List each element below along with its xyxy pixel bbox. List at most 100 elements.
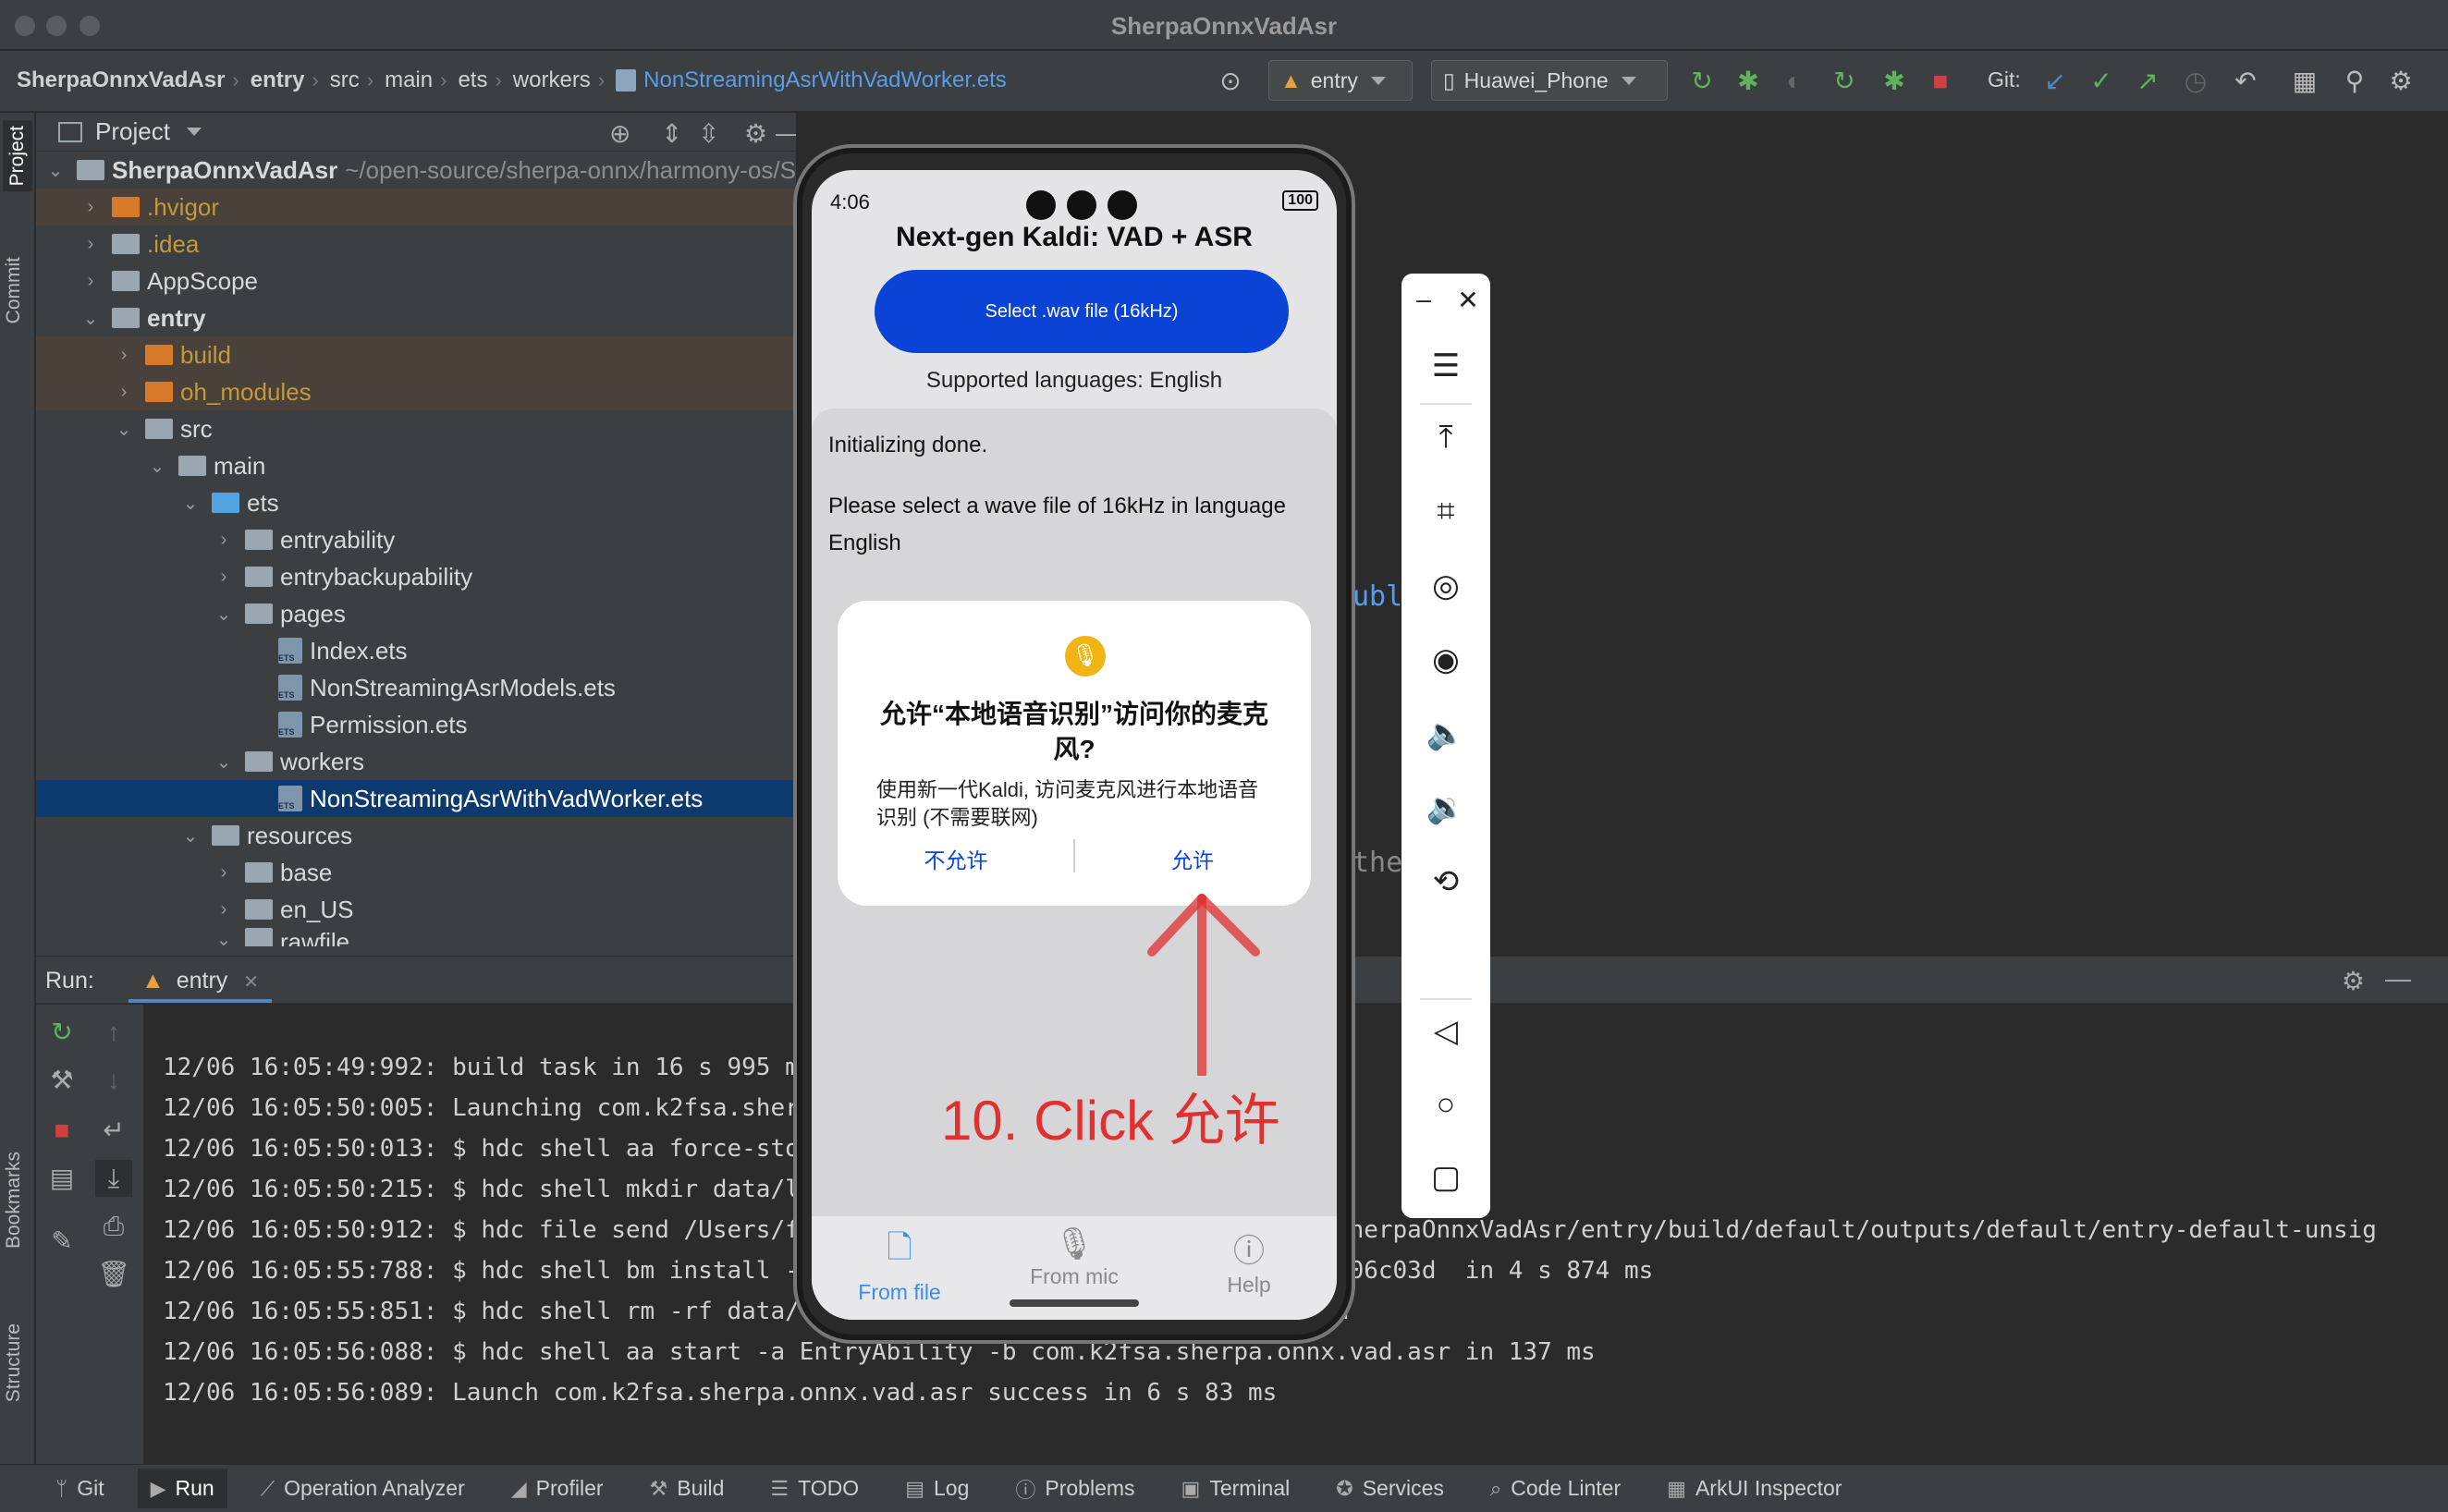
tool-todo[interactable]: ☰ TODO bbox=[770, 1476, 859, 1501]
tree-item[interactable]: ⌄ workers bbox=[36, 743, 796, 780]
tree-root[interactable]: ⌄ SherpaOnnxVadAsr ~/open-source/sherpa-… bbox=[36, 152, 796, 189]
breadcrumb-item[interactable]: main bbox=[385, 67, 433, 93]
tree-item[interactable]: › build bbox=[36, 336, 796, 373]
chevron-right-icon[interactable]: › bbox=[80, 271, 101, 292]
tool-run[interactable]: ▶ Run bbox=[137, 1469, 227, 1508]
chevron-down-icon[interactable]: ⌄ bbox=[214, 603, 234, 626]
breadcrumb-current-file[interactable]: NonStreamingAsrWithVadWorker.ets bbox=[643, 67, 1007, 93]
deny-button[interactable]: 不允许 bbox=[838, 843, 1074, 874]
chevron-right-icon[interactable]: › bbox=[80, 197, 101, 218]
tree-item-selected[interactable]: NonStreamingAsrWithVadWorker.ets bbox=[36, 780, 796, 817]
tool-log[interactable]: ▤ Log bbox=[905, 1476, 969, 1501]
history-icon[interactable]: ◷ bbox=[2182, 67, 2209, 95]
phone-screen[interactable]: 4:06 100 Next-gen Kaldi: VAD + ASR Selec… bbox=[812, 170, 1337, 1320]
tab-run-entry[interactable]: ▲ entry ✕ bbox=[129, 960, 273, 1003]
tree-item[interactable]: › AppScope bbox=[36, 262, 796, 299]
select-wav-button[interactable]: Select .wav file (16kHz) bbox=[875, 270, 1289, 353]
chevron-down-icon[interactable]: ⌄ bbox=[45, 159, 66, 182]
rerun-icon[interactable]: ↻ bbox=[43, 1014, 80, 1051]
apply-changes-icon[interactable]: ↻ bbox=[1830, 67, 1858, 95]
rerun-icon[interactable]: ↻ bbox=[1688, 67, 1716, 95]
record-icon[interactable]: ◉ bbox=[1401, 641, 1490, 678]
chevron-down-icon[interactable] bbox=[186, 128, 202, 136]
close-icon[interactable]: ✕ bbox=[1424, 285, 1512, 315]
chevron-right-icon[interactable]: › bbox=[214, 567, 234, 588]
tree-item[interactable]: ⌄ src bbox=[36, 410, 796, 447]
breadcrumb-item[interactable]: entry bbox=[251, 67, 305, 93]
tree-item[interactable]: › en_US bbox=[36, 891, 796, 928]
breadcrumb-item[interactable]: workers bbox=[513, 67, 591, 93]
soft-wrap-icon[interactable]: ↵ bbox=[95, 1112, 132, 1149]
gear-icon[interactable]: ⚙ bbox=[2387, 67, 2415, 95]
volume-up-icon[interactable]: 🔈 bbox=[1401, 715, 1490, 752]
breadcrumb-item[interactable]: src bbox=[330, 67, 360, 93]
tree-item[interactable]: › .idea bbox=[36, 226, 796, 262]
home-indicator[interactable] bbox=[1010, 1299, 1139, 1307]
tab-commit[interactable]: Commit bbox=[3, 257, 25, 323]
debug-icon[interactable]: ✱ bbox=[1734, 67, 1762, 95]
breadcrumb-item[interactable]: SherpaOnnxVadAsr bbox=[17, 67, 225, 93]
up-arrow-icon[interactable]: ↑ bbox=[95, 1014, 132, 1051]
chevron-down-icon[interactable]: ⌄ bbox=[214, 928, 234, 946]
chevron-right-icon[interactable]: › bbox=[214, 530, 234, 551]
trash-icon[interactable]: 🗑 bbox=[95, 1256, 132, 1293]
hide-panel-icon[interactable]: — bbox=[776, 118, 796, 148]
down-arrow-icon[interactable]: ↓ bbox=[95, 1062, 132, 1099]
crop-icon[interactable]: ⌗ bbox=[1401, 494, 1490, 530]
run-configuration-select[interactable]: ▲ entry bbox=[1268, 60, 1413, 101]
back-icon[interactable]: ◁ bbox=[1401, 1013, 1490, 1050]
chevron-right-icon[interactable]: › bbox=[80, 234, 101, 255]
device-select[interactable]: ▯ Huawei_Phone bbox=[1431, 60, 1668, 101]
breadcrumb-item[interactable]: ets bbox=[458, 67, 487, 93]
chevron-right-icon[interactable]: › bbox=[114, 382, 134, 403]
tree-item[interactable]: NonStreamingAsrModels.ets bbox=[36, 669, 796, 706]
menu-icon[interactable]: ☰ bbox=[1401, 348, 1490, 384]
chevron-down-icon[interactable]: ⌄ bbox=[80, 307, 101, 330]
search-icon[interactable]: ⚲ bbox=[2341, 67, 2368, 95]
tree-item[interactable]: › entrybackupability bbox=[36, 558, 796, 595]
tool-terminal[interactable]: ▣ Terminal bbox=[1181, 1476, 1291, 1501]
nav-from-mic[interactable]: 🎙 From mic bbox=[986, 1225, 1162, 1289]
git-push-icon[interactable]: ↗ bbox=[2134, 67, 2161, 95]
tree-item[interactable]: ⌄ pages bbox=[36, 595, 796, 632]
nav-help[interactable]: ⓘ Help bbox=[1161, 1225, 1337, 1298]
git-commit-icon[interactable]: ✓ bbox=[2087, 67, 2115, 95]
gear-icon[interactable]: ⚙ bbox=[2342, 966, 2365, 996]
chevron-down-icon[interactable]: ⌄ bbox=[180, 492, 201, 515]
tree-item[interactable]: ⌄ resources bbox=[36, 817, 796, 854]
expand-all-icon[interactable]: ⇕ bbox=[661, 118, 682, 149]
tree-item[interactable]: › oh_modules bbox=[36, 373, 796, 410]
wrench-icon[interactable]: ⚒ bbox=[43, 1062, 80, 1099]
collapse-all-icon[interactable]: ⇳ bbox=[698, 118, 719, 149]
close-icon[interactable]: ✕ bbox=[243, 972, 259, 993]
pin-to-top-icon[interactable]: ⤒ bbox=[1401, 420, 1490, 456]
allow-button[interactable]: 允许 bbox=[1074, 843, 1311, 874]
tool-git[interactable]: ᛘ Git bbox=[55, 1476, 104, 1501]
layout-icon[interactable]: ▤ bbox=[43, 1160, 80, 1197]
project-view-title[interactable]: Project bbox=[95, 117, 170, 146]
screenshot-icon[interactable]: ◎ bbox=[1401, 567, 1490, 604]
tool-services[interactable]: ✪ Services bbox=[1336, 1476, 1444, 1501]
pin-icon[interactable]: ✎ bbox=[43, 1223, 80, 1260]
tree-item[interactable]: Index.ets bbox=[36, 632, 796, 669]
tree-item[interactable]: ⌄ rawfile bbox=[36, 928, 796, 946]
tree-item[interactable]: ⌄ ets bbox=[36, 484, 796, 521]
tool-problems[interactable]: ⓘ Problems bbox=[1015, 1474, 1134, 1504]
project-structure-icon[interactable]: ▦ bbox=[2291, 67, 2319, 95]
tab-bookmarks[interactable]: Bookmarks bbox=[3, 1152, 25, 1249]
target-icon[interactable]: ⊙ bbox=[1217, 67, 1244, 95]
gear-icon[interactable]: ⚙ bbox=[744, 118, 767, 149]
home-icon[interactable]: ○ bbox=[1401, 1087, 1490, 1123]
tool-operation-analyzer[interactable]: ⟋ Operation Analyzer bbox=[261, 1476, 465, 1501]
recents-icon[interactable]: ▢ bbox=[1401, 1159, 1490, 1196]
hide-panel-icon[interactable]: — bbox=[2385, 964, 2411, 994]
rollback-icon[interactable]: ↶ bbox=[2232, 67, 2259, 95]
tab-structure[interactable]: Structure bbox=[3, 1323, 25, 1402]
scroll-to-end-icon[interactable]: ⤓ bbox=[95, 1160, 132, 1197]
nav-from-file[interactable]: 🗋 From file bbox=[812, 1225, 987, 1305]
print-icon[interactable]: ⎙ bbox=[95, 1208, 132, 1245]
chevron-right-icon[interactable]: › bbox=[214, 862, 234, 884]
chevron-down-icon[interactable]: ⌄ bbox=[180, 824, 201, 847]
chevron-down-icon[interactable]: ⌄ bbox=[147, 455, 167, 478]
profile-icon[interactable]: ◐ bbox=[1781, 67, 1808, 95]
